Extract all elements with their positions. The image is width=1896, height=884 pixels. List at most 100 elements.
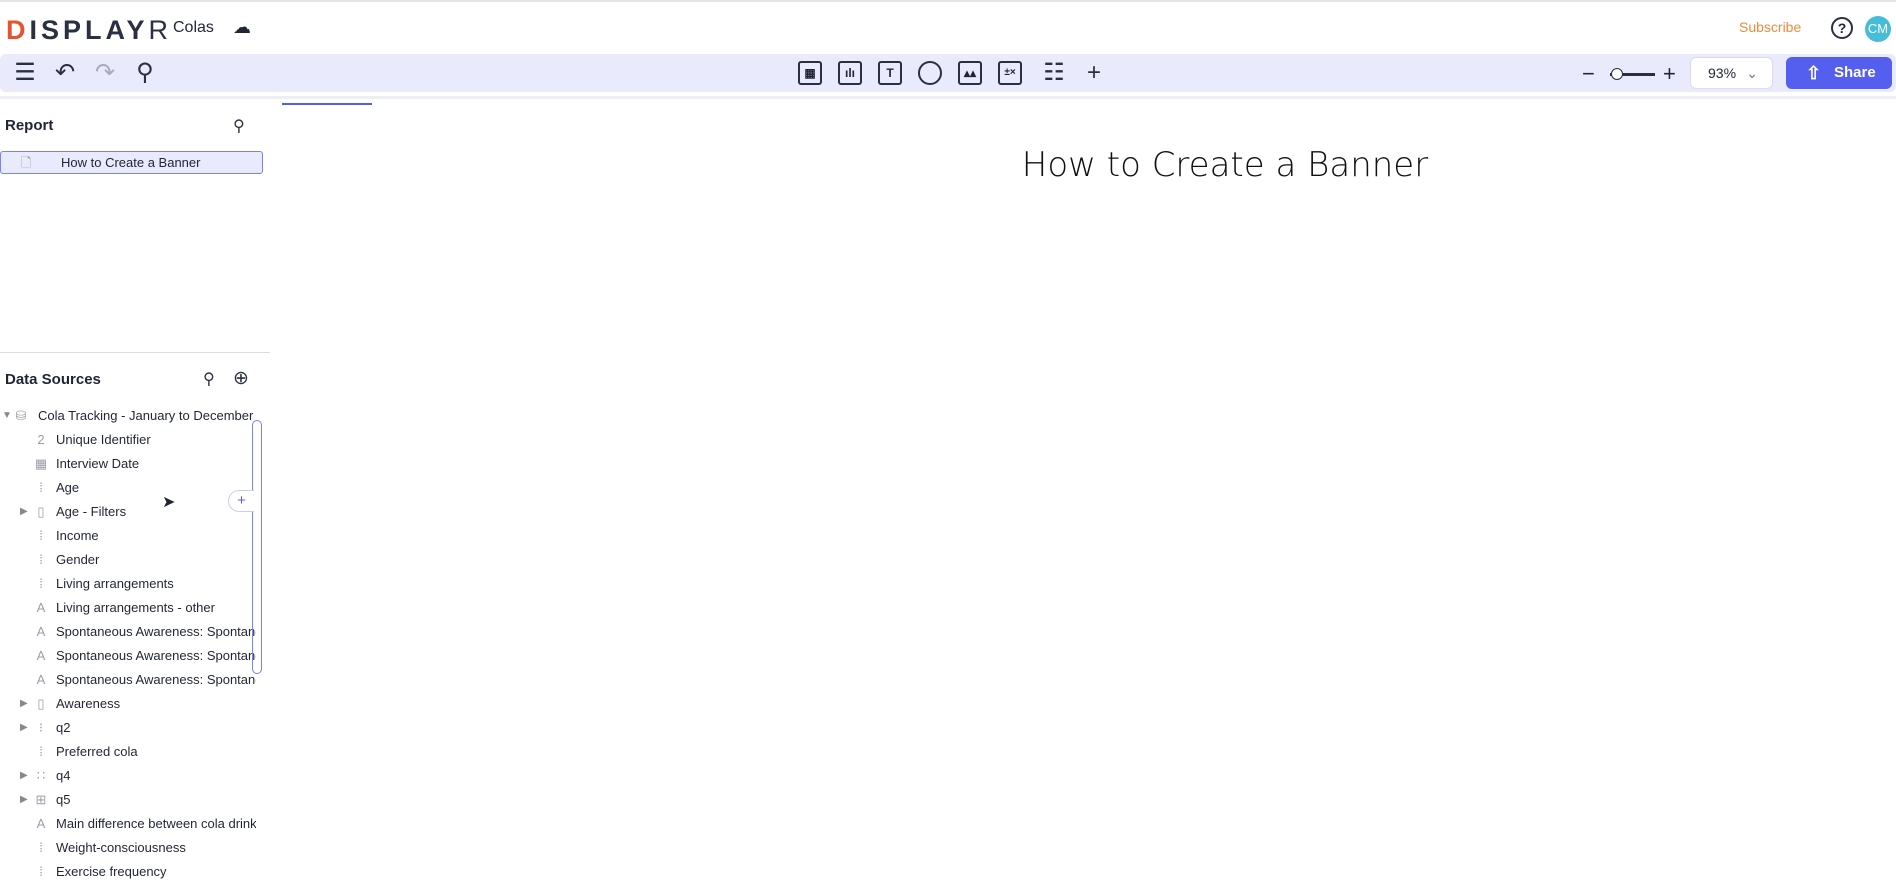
page-tab-indicator [282, 103, 372, 105]
variable-item[interactable]: ⁞ Preferred cola [0, 740, 256, 764]
variable-item[interactable]: ▦ Interview Date [0, 452, 256, 476]
search-icon[interactable]: ⚲ [130, 58, 160, 88]
variable-item[interactable]: A Spontaneous Awareness: Spontaneous Awar… [0, 620, 256, 644]
variable-item[interactable]: ▶ ▯ Awareness [0, 692, 256, 716]
expand-caret-icon[interactable]: ▶ [20, 692, 28, 716]
share-button[interactable]: ⇧ Share [1786, 57, 1892, 89]
expand-caret-icon[interactable]: ▶ [20, 716, 28, 740]
image-icon[interactable]: ▴▴ [958, 61, 982, 85]
text-variable-icon: A [36, 600, 46, 615]
displayr-logo[interactable]: DISPLAYR [6, 15, 172, 46]
variable-label: Interview Date [56, 456, 140, 471]
variable-item[interactable]: ⁞ Age [0, 476, 256, 500]
nominal-icon: ⁞ [39, 840, 43, 855]
variable-item[interactable]: ▶ ∷ q4 [0, 764, 256, 788]
plus-icon[interactable]: + [1079, 58, 1109, 88]
variable-label: q2 [56, 720, 71, 735]
variable-label: Spontaneous Awareness: Spontaneous Aware… [56, 672, 256, 687]
menu-icon[interactable]: ☰ [10, 58, 40, 88]
filter-icon[interactable]: ☷ [1039, 58, 1069, 88]
database-icon: ⛁ [15, 408, 27, 423]
calendar-icon: ▦ [34, 456, 48, 471]
variable-label: Living arrangements [56, 576, 174, 591]
variable-label: q5 [56, 792, 71, 807]
variable-item[interactable]: A Spontaneous Awareness: Spontaneous Awar… [0, 644, 256, 668]
subscribe-link[interactable]: Subscribe [1739, 19, 1801, 35]
undo-icon[interactable]: ↶ [50, 58, 80, 88]
help-icon[interactable]: ? [1831, 17, 1853, 39]
calculation-icon[interactable]: ±× [998, 61, 1022, 85]
variable-label: Gender [56, 552, 100, 567]
variable-item[interactable]: ▶ ▯ Age - Filters [0, 500, 256, 524]
share-label: Share [1834, 64, 1876, 81]
expand-caret-icon[interactable]: ▶ [20, 788, 28, 812]
data-set-root[interactable]: ▼ ⛁ Cola Tracking - January to December [0, 404, 256, 428]
data-sources-header: Data Sources [5, 371, 101, 388]
page-icon: 🗋 [21, 155, 32, 170]
data-sources-search-icon[interactable]: ⚲ [203, 369, 215, 389]
variable-label: Spontaneous Awareness: Spontaneous Aware… [56, 624, 256, 639]
add-variable-tab[interactable]: + [228, 490, 254, 512]
variable-item[interactable]: ⁞ Exercise frequency [0, 860, 256, 884]
text-variable-icon: A [36, 648, 46, 663]
expand-caret-icon[interactable]: ▶ [20, 764, 28, 788]
variable-label: Age [56, 480, 80, 495]
cloud-saved-icon: ☁ [233, 17, 251, 37]
zoom-select[interactable]: 93% ⌄ [1690, 57, 1773, 89]
expand-caret-icon[interactable]: ▶ [20, 500, 28, 524]
report-header: Report [5, 117, 54, 134]
top-bar: DISPLAYR Colas ☁ Subscribe ? CM [0, 0, 1896, 54]
variable-item[interactable]: ▶ ⁝ q2 [0, 716, 256, 740]
zoom-slider-handle[interactable] [1611, 68, 1623, 80]
variable-label: Main difference between cola drinks [56, 816, 256, 831]
numeric-grid-icon: ⁝ [38, 720, 44, 735]
variable-item[interactable]: A Spontaneous Awareness: Spontaneous Awar… [0, 668, 256, 692]
divider [0, 96, 1896, 99]
zoom-in-icon[interactable]: + [1663, 63, 1676, 85]
mouse-cursor: ➤ [162, 494, 176, 511]
expanded-caret-icon[interactable]: ▼ [2, 404, 12, 428]
data-set-label: Cola Tracking - January to December [38, 408, 254, 423]
zoom-out-icon[interactable]: − [1582, 63, 1595, 85]
variable-label: Exercise frequency [56, 864, 167, 879]
zoom-value: 93% [1708, 65, 1737, 81]
binary-grid-icon: ▯ [37, 504, 45, 519]
nominal-icon: ⁞ [39, 744, 43, 759]
project-name[interactable]: Colas [173, 19, 214, 37]
nominal-icon: ⁞ [39, 552, 43, 567]
redo-icon[interactable]: ↷ [90, 58, 120, 88]
chart-icon[interactable]: ılı [838, 61, 862, 85]
variable-item[interactable]: A Main difference between cola drinks [0, 812, 256, 836]
table-icon[interactable]: ▦ [798, 61, 822, 85]
variable-label: Unique Identifier [56, 432, 151, 447]
variable-label: Weight-consciousness [56, 840, 186, 855]
binary-grid-icon: ▯ [37, 696, 45, 711]
panel-divider[interactable] [0, 352, 270, 353]
text-icon[interactable]: T [878, 61, 902, 85]
variable-item[interactable]: ⁞ Living arrangements [0, 572, 256, 596]
shape-icon[interactable] [918, 61, 942, 85]
numeric-icon: 2 [37, 432, 45, 447]
text-variable-icon: A [36, 624, 46, 639]
variable-label: Preferred cola [56, 744, 138, 759]
variable-label: Living arrangements - other [56, 600, 215, 615]
nominal-icon: ⁞ [39, 576, 43, 591]
grid-icon: ⊞ [35, 792, 47, 807]
variable-item[interactable]: ⁞ Income [0, 524, 256, 548]
variable-item[interactable]: A Living arrangements - other [0, 596, 256, 620]
report-search-icon[interactable]: ⚲ [233, 116, 245, 136]
nominal-icon: ⁞ [39, 528, 43, 543]
page-title: How to Create a Banner [1021, 145, 1429, 185]
report-page-item[interactable]: 🗋 How to Create a Banner [0, 151, 263, 174]
avatar[interactable]: CM [1865, 16, 1891, 42]
text-variable-icon: A [36, 816, 46, 831]
scrollbar[interactable] [252, 420, 262, 674]
data-sources-tree: ▼ ⛁ Cola Tracking - January to December 2U… [0, 404, 256, 884]
variable-item[interactable]: ⁞ Weight-consciousness [0, 836, 256, 860]
text-variable-icon: A [36, 672, 46, 687]
variable-item[interactable]: 2 Unique Identifier [0, 428, 256, 452]
variable-item[interactable]: ⁞ Gender [0, 548, 256, 572]
variable-item[interactable]: ▶ ⊞ q5 [0, 788, 256, 812]
add-data-source-icon[interactable]: ⊕ [233, 367, 249, 390]
variable-label: Spontaneous Awareness: Spontaneous Aware… [56, 648, 256, 663]
